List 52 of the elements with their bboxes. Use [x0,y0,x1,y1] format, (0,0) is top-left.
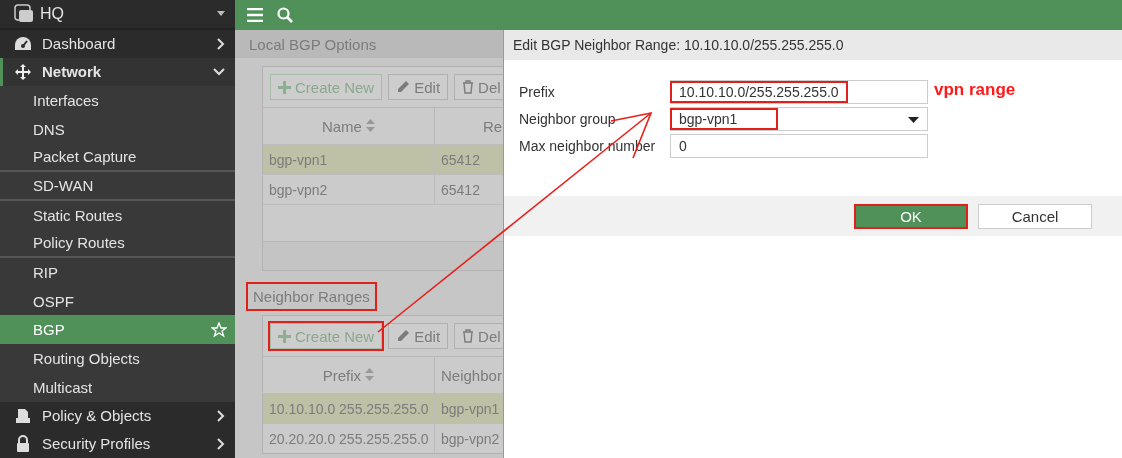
nav-item[interactable]: Dashboard [0,29,235,58]
lock-icon [16,435,30,453]
trash-icon [462,329,475,343]
nav-subitem[interactable]: BGP [0,315,235,345]
caret-icon[interactable] [217,11,225,17]
sort-icon [366,118,376,132]
clipboard-icon [15,407,31,424]
pencil-icon [396,80,411,94]
dialog-title: Edit BGP Neighbor Range: 10.10.10.0/255.255.255.0 [504,30,1122,60]
nav-subitem[interactable]: Interfaces [0,86,235,115]
sort-icon [365,367,375,381]
table-cell: 10.10.10.0 255.255.255.0 [263,393,435,424]
nav-item[interactable]: Security Profiles [0,429,235,458]
chevron-right-icon [217,409,225,422]
table-cell: bgp-vpn1 [263,144,435,175]
chevron-right-icon [217,37,225,50]
section-title: Local BGP Options [249,34,377,55]
table-cell: 20.20.20.0 255.255.255.0 [263,423,435,453]
device-name[interactable]: HQ [40,4,211,23]
annotation-note: vpn range [934,80,1016,100]
nav-item[interactable]: Policy & Objects [0,401,235,430]
nav-subitem[interactable]: Static Routes [0,200,235,230]
field-label: Prefix [519,84,556,100]
nav-subitem[interactable]: OSPF [0,286,235,316]
menu-icon[interactable] [247,8,263,22]
caret-icon [908,117,919,123]
nav-subitem[interactable]: Routing Objects [0,344,235,373]
input-field[interactable]: 0 [670,134,928,158]
field-label: Neighbor group [519,111,617,127]
table-cell: bgp-vpn2 [263,174,435,204]
device-icon [14,3,34,24]
star-icon[interactable] [211,321,227,338]
trash-icon [462,80,475,94]
dropdown[interactable]: bgp-vpn1 [670,107,928,131]
table-cell: bgp-vpn1 [434,393,503,424]
chevron-right-icon [217,437,225,450]
ok-button[interactable]: OK [854,203,968,229]
search-icon[interactable] [277,7,293,23]
cancel-button[interactable]: Cancel [978,203,1092,229]
chevron-down-icon [213,67,225,76]
nav-subitem[interactable]: Multicast [0,372,235,402]
nav-subitem[interactable]: DNS [0,114,235,144]
input-field[interactable]: 10.10.10.0/255.255.255.0 [670,80,928,104]
nav-item[interactable]: Network [0,57,235,86]
move-arrows-icon [14,62,32,81]
plus-icon [278,329,291,343]
section-title: Neighbor Ranges [248,283,375,309]
table-cell: 65412 [434,144,503,175]
nav-subitem[interactable]: RIP [0,258,235,287]
dashboard-icon [14,35,32,52]
pencil-icon [396,329,411,343]
plus-icon [278,80,291,94]
